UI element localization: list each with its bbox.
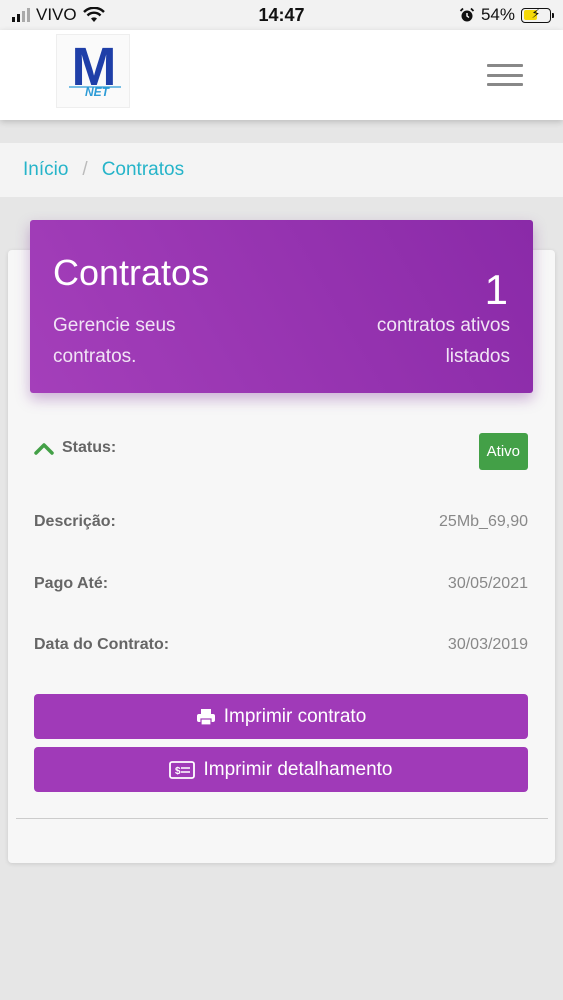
- print-contract-label: Imprimir contrato: [223, 705, 367, 727]
- page-title: Contratos: [53, 252, 210, 293]
- app-header: M NET: [0, 30, 563, 120]
- contract-date-value: 30/03/2019: [447, 636, 528, 653]
- page-subtitle: Gerencie seus contratos.: [53, 315, 176, 367]
- hamburger-icon: [487, 64, 523, 67]
- contracts-count: 1: [484, 266, 508, 313]
- print-contract-button[interactable]: Imprimir contrato: [34, 694, 528, 739]
- status-row: Status: Ativo: [34, 433, 528, 470]
- wifi-icon: [82, 7, 105, 22]
- receipt-icon: $: [169, 760, 196, 779]
- status-bar: VIVO 14:47 54% ⚡: [0, 0, 563, 30]
- status-bar-left: VIVO: [12, 5, 105, 25]
- svg-text:$: $: [175, 766, 181, 777]
- print-details-label: Imprimir detalhamento: [203, 758, 393, 780]
- status-label: Status:: [62, 439, 117, 456]
- contracts-count-label: contratos ativos listados: [376, 315, 510, 367]
- printer-icon: [196, 708, 215, 726]
- carrier-name: VIVO: [36, 5, 77, 24]
- paid-until-label: Pago Até:: [34, 575, 109, 592]
- alarm-icon: [459, 7, 475, 22]
- status-bar-right: 54% ⚡: [459, 5, 554, 25]
- paid-until-value: 30/05/2021: [447, 575, 528, 592]
- mnet-logo[interactable]: M NET: [56, 34, 130, 108]
- battery-percent: 54%: [480, 5, 515, 24]
- contract-date-label: Data do Contrato:: [34, 636, 170, 653]
- contract-date-row: Data do Contrato: 30/03/2019: [34, 636, 528, 654]
- divider: [16, 818, 548, 819]
- description-value: 25Mb_69,90: [439, 513, 528, 530]
- status-badge: Ativo: [478, 433, 528, 470]
- breadcrumb: Início / Contratos: [0, 143, 563, 197]
- status-toggle[interactable]: Status:: [34, 439, 116, 457]
- breadcrumb-home[interactable]: Início: [23, 159, 68, 181]
- breadcrumb-separator: /: [82, 159, 88, 180]
- print-details-button[interactable]: $ Imprimir detalhamento: [34, 747, 528, 792]
- chevron-up-icon: [34, 443, 54, 455]
- contracts-hero: Contratos Gerencie seus contratos. 1 con…: [30, 220, 533, 393]
- breadcrumb-contracts[interactable]: Contratos: [102, 159, 184, 181]
- description-label: Descrição:: [34, 513, 116, 530]
- description-row: Descrição: 25Mb_69,90: [34, 513, 528, 531]
- signal-icon: [12, 8, 30, 22]
- battery-icon: ⚡: [521, 6, 554, 23]
- menu-button[interactable]: [487, 64, 523, 86]
- paid-until-row: Pago Até: 30/05/2021: [34, 575, 528, 593]
